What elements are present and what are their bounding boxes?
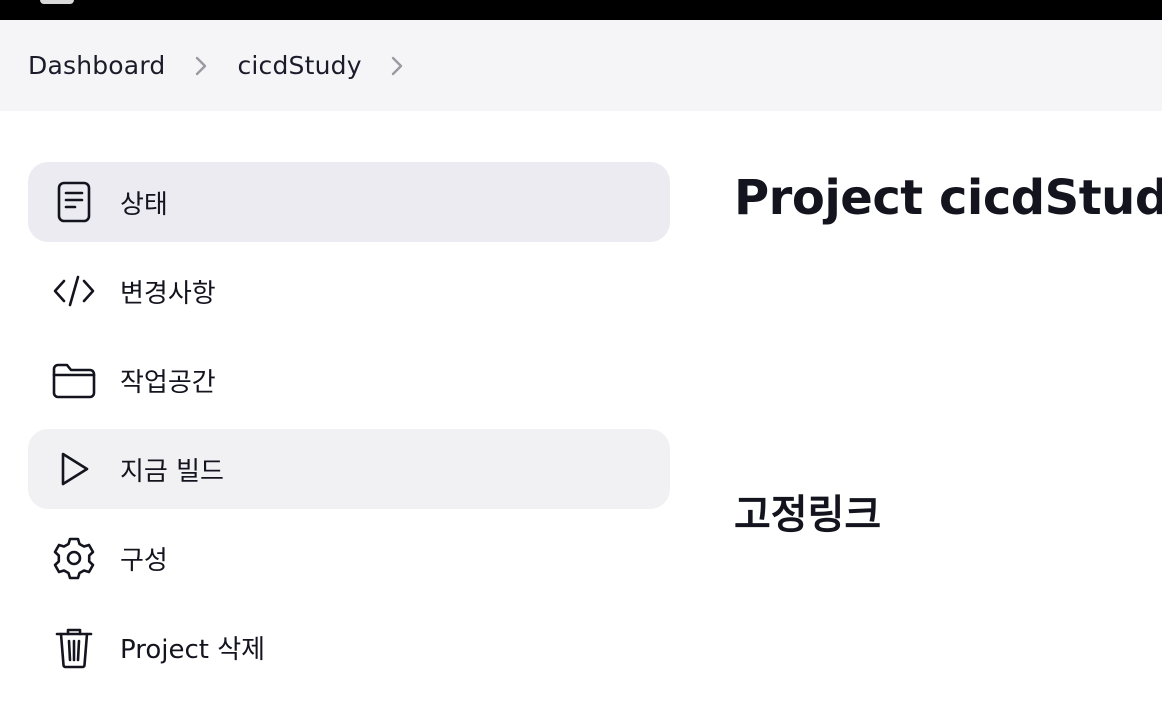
task-build-now[interactable]: 지금 빌드: [28, 429, 670, 509]
document-icon: [50, 178, 98, 226]
page-title: Project cicdStudy: [734, 170, 1162, 226]
task-label: 구성: [120, 545, 168, 576]
logo[interactable]: [40, 0, 74, 4]
task-label: Project 삭제: [120, 634, 266, 665]
breadcrumb: Dashboard cicdStudy: [0, 20, 1162, 111]
task-configure[interactable]: 구성: [28, 518, 670, 598]
breadcrumb-project[interactable]: cicdStudy: [237, 51, 361, 80]
breadcrumb-dashboard[interactable]: Dashboard: [28, 51, 165, 80]
task-changes[interactable]: 변경사항: [28, 251, 670, 331]
main-panel: Project cicdStudy 고정링크: [734, 170, 1162, 538]
side-panel-tasks: 상태 변경사항 작업공간 지금 빌드 구성 Project 삭제: [28, 162, 670, 696]
code-icon: [50, 267, 98, 315]
chevron-right-icon[interactable]: [362, 51, 432, 81]
gear-icon: [50, 534, 98, 582]
play-icon: [50, 445, 98, 493]
folder-icon: [50, 356, 98, 404]
chevron-right-icon: [165, 51, 237, 81]
permalinks-heading: 고정링크: [734, 492, 882, 538]
task-delete-project[interactable]: Project 삭제: [28, 607, 670, 687]
trash-icon: [50, 623, 98, 671]
top-header-bar: [0, 0, 1162, 20]
task-workspace[interactable]: 작업공간: [28, 340, 670, 420]
task-label: 변경사항: [120, 278, 216, 309]
task-label: 상태: [120, 189, 168, 220]
task-label: 작업공간: [120, 367, 216, 398]
task-label: 지금 빌드: [120, 456, 224, 487]
task-status[interactable]: 상태: [28, 162, 670, 242]
